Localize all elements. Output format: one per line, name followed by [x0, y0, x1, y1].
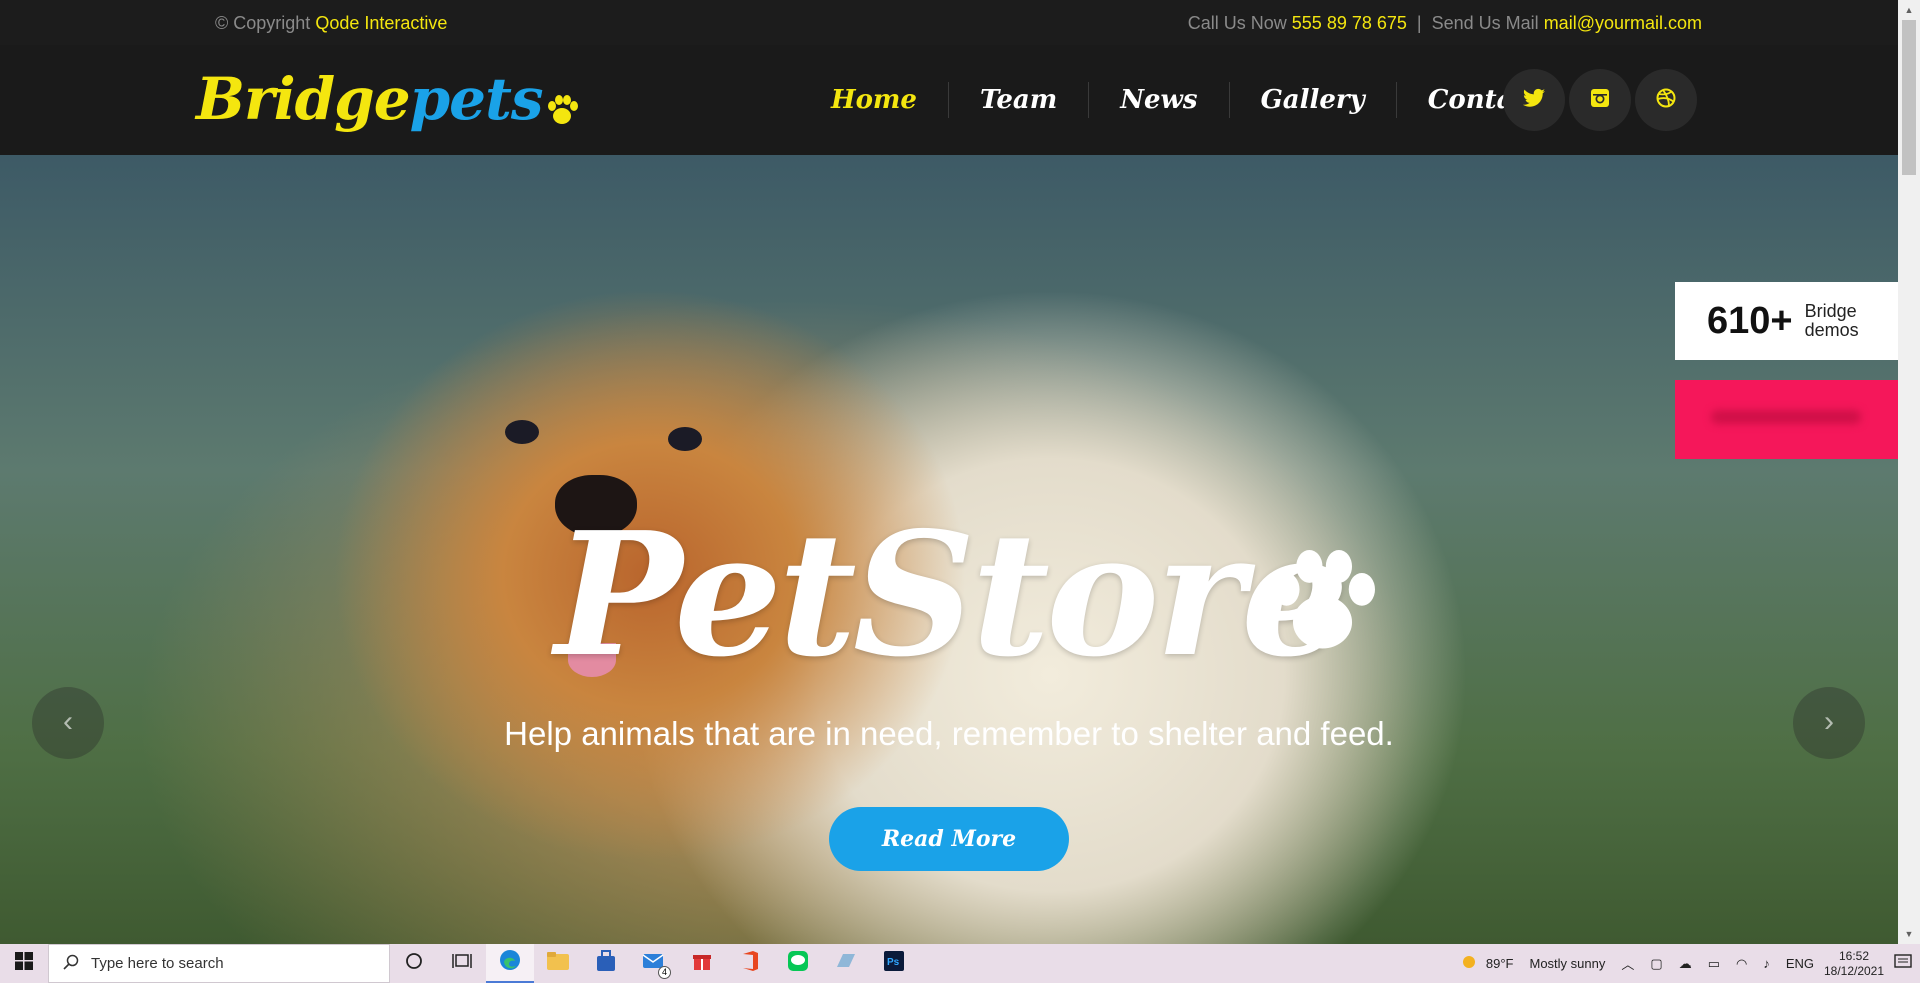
page-scrollbar[interactable]: ▲ ▼	[1898, 0, 1920, 944]
nav-news[interactable]: News	[1089, 82, 1230, 118]
taskbar-mail[interactable]: 4	[630, 944, 678, 983]
photoshop-icon: Ps	[883, 950, 905, 977]
monitor-icon[interactable]: ▭	[1708, 956, 1720, 972]
scroll-thumb[interactable]	[1902, 20, 1916, 175]
taskbar-line[interactable]	[774, 944, 822, 983]
search-icon	[63, 954, 79, 974]
clock[interactable]: 16:52 18/12/2021	[1822, 949, 1886, 979]
app-icon	[835, 951, 857, 976]
taskbar-edge[interactable]	[486, 944, 534, 983]
main-nav: Home Team News Gallery Contact	[800, 45, 1572, 155]
logo-part-bridge: Bridge	[196, 65, 411, 133]
company-link[interactable]: Qode Interactive	[315, 13, 447, 33]
weather-condition[interactable]: Mostly sunny	[1530, 956, 1606, 971]
notification-icon[interactable]	[1894, 954, 1912, 973]
taskbar-photoshop[interactable]: Ps	[870, 944, 918, 983]
folder-icon	[546, 951, 570, 976]
meet-now-icon[interactable]: ▢	[1650, 956, 1662, 972]
task-view-button[interactable]	[438, 944, 486, 983]
taskbar: Type here to search 4 Ps 89°F Mostly sun…	[0, 944, 1920, 983]
nav-home[interactable]: Home	[800, 82, 949, 118]
slide-subtitle: Help animals that are in need, remember …	[504, 715, 1394, 752]
line-icon	[787, 950, 809, 977]
gift-icon	[692, 951, 712, 976]
taskbar-file-explorer[interactable]	[534, 944, 582, 983]
call-label: Call Us Now	[1187, 13, 1287, 33]
demos-widget[interactable]: 610+ Bridge demos	[1675, 282, 1898, 360]
cortana-icon	[405, 952, 423, 975]
site-logo[interactable]: Bridgepets	[196, 67, 579, 139]
language-indicator[interactable]: ENG	[1786, 956, 1814, 971]
system-tray: 89°F Mostly sunny ︿ ▢ ☁ ▭ ◠ ♪ ENG 16:52 …	[1460, 944, 1920, 983]
scroll-up-icon[interactable]: ▲	[1898, 2, 1920, 18]
taskbar-gift-app[interactable]	[678, 944, 726, 983]
cortana-button[interactable]	[390, 944, 438, 983]
taskbar-app-blue[interactable]	[822, 944, 870, 983]
mail-label: Send Us Mail	[1431, 13, 1539, 33]
promo-blurred-text	[1711, 410, 1861, 424]
promo-widget[interactable]	[1675, 380, 1898, 459]
logo-part-pets: pets	[409, 65, 544, 133]
next-slide-arrow-icon[interactable]: ›	[1793, 687, 1865, 759]
taskbar-store[interactable]	[582, 944, 630, 983]
phone-number[interactable]: 555 89 78 675	[1292, 13, 1407, 33]
search-placeholder: Type here to search	[91, 955, 224, 972]
instagram-icon	[1590, 88, 1610, 113]
volume-icon[interactable]: ♪	[1763, 956, 1770, 971]
taskbar-search[interactable]: Type here to search	[48, 944, 390, 983]
edge-icon	[498, 948, 522, 977]
demos-label: Bridge demos	[1805, 302, 1859, 340]
weather-temperature[interactable]: 89°F	[1486, 956, 1514, 971]
cloud-icon[interactable]: ☁	[1679, 956, 1692, 972]
network-icon[interactable]: ◠	[1736, 956, 1747, 972]
copyright-prefix: © Copyright	[215, 13, 311, 33]
task-view-icon	[452, 952, 472, 975]
twitter-button[interactable]	[1503, 69, 1565, 131]
svg-text:Ps: Ps	[887, 957, 900, 968]
social-links	[1503, 69, 1697, 131]
slide-title: PetStore	[554, 495, 1349, 695]
twitter-icon	[1523, 88, 1545, 113]
weather-sun-icon	[1460, 953, 1478, 974]
contact-info: Call Us Now 555 89 78 675 | Send Us Mail…	[1188, 13, 1702, 34]
demos-label-line2: demos	[1804, 320, 1859, 340]
clock-date: 18/12/2021	[1823, 963, 1885, 978]
office-icon	[740, 950, 760, 977]
dribbble-icon	[1656, 88, 1676, 113]
dribbble-button[interactable]	[1635, 69, 1697, 131]
divider: |	[1416, 13, 1422, 33]
scroll-down-icon[interactable]: ▼	[1898, 926, 1920, 942]
chevron-up-icon[interactable]: ︿	[1621, 954, 1634, 973]
nav-gallery[interactable]: Gallery	[1230, 82, 1397, 118]
instagram-button[interactable]	[1569, 69, 1631, 131]
hero-slider: PetStore Help animals that are in need, …	[0, 155, 1898, 944]
dog-eye-right	[668, 427, 702, 451]
demos-count: 610+	[1707, 299, 1793, 342]
top-contact-bar: © Copyright Qode Interactive Call Us Now…	[0, 0, 1898, 45]
windows-icon	[15, 952, 33, 975]
demos-label-line1: Bridge	[1804, 301, 1857, 321]
clock-time: 16:52	[1838, 948, 1870, 963]
taskbar-office[interactable]	[726, 944, 774, 983]
site-header: Bridgepets Home Team News Gallery Contac…	[0, 45, 1898, 155]
read-more-button[interactable]: Read More	[829, 807, 1069, 871]
prev-slide-arrow-icon[interactable]: ‹	[32, 687, 104, 759]
mail-badge: 4	[658, 966, 671, 979]
paw-icon	[545, 75, 579, 139]
paw-icon	[1265, 550, 1380, 660]
copyright: © Copyright Qode Interactive	[215, 13, 447, 34]
store-icon	[595, 950, 617, 977]
nav-team[interactable]: Team	[949, 82, 1090, 118]
start-button[interactable]	[0, 944, 48, 983]
email-link[interactable]: mail@yourmail.com	[1544, 13, 1702, 33]
dog-eye-left	[505, 420, 539, 444]
